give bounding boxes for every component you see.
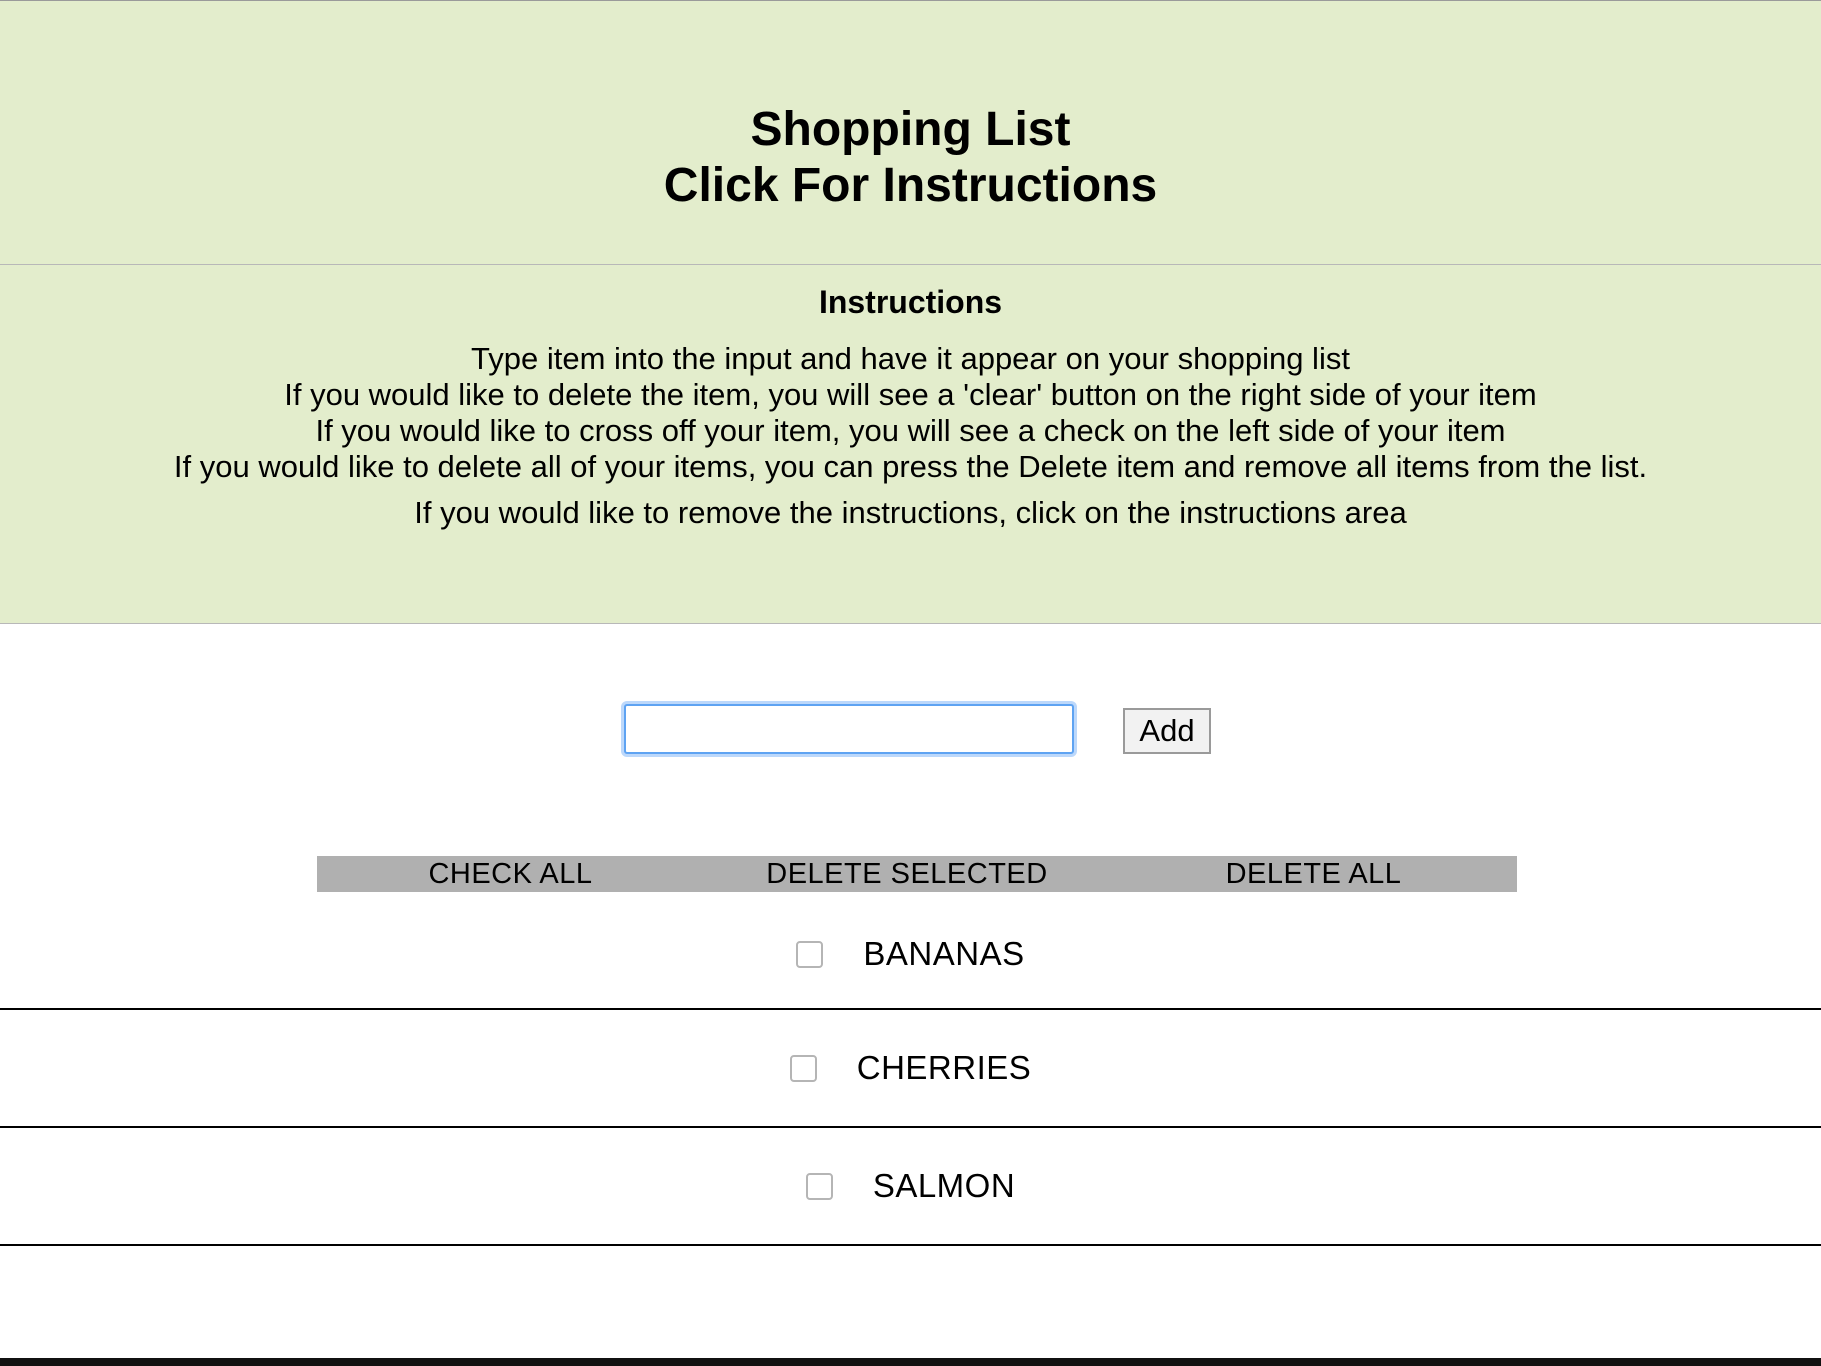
check-all-button[interactable]: CHECK ALL [317, 856, 704, 892]
instruction-line: Type item into the input and have it app… [471, 341, 1350, 376]
list-item-row: SALMON [0, 1128, 1821, 1244]
checkbox-icon[interactable] [805, 1172, 833, 1200]
footer-divider [0, 1358, 1821, 1366]
item-label: BANANAS [863, 935, 1025, 972]
instructions-toggle[interactable]: Click For Instructions [0, 158, 1821, 214]
list-item: BANANAS [0, 900, 1821, 1010]
page-header: Shopping List Click For Instructions [0, 0, 1821, 265]
list-item: CHERRIES [0, 1010, 1821, 1128]
item-input[interactable] [624, 704, 1074, 754]
instructions-heading: Instructions [818, 284, 1003, 320]
list-item-row: BANANAS [0, 900, 1821, 1008]
item-label: CHERRIES [856, 1049, 1032, 1086]
instructions-panel[interactable]: Instructions Type item into the input an… [0, 265, 1821, 624]
add-button[interactable]: Add [1123, 708, 1211, 754]
page-title: Shopping List [750, 103, 1071, 156]
delete-all-button[interactable]: DELETE ALL [1110, 856, 1517, 892]
instruction-line: If you would like to cross off your item… [315, 413, 1506, 448]
checkbox-icon[interactable] [796, 940, 824, 968]
shopping-list: BANANAS CHERRIES SALMON [0, 900, 1821, 1246]
list-item-row: CHERRIES [0, 1010, 1821, 1126]
list-item: SALMON [0, 1128, 1821, 1246]
checkbox-icon[interactable] [789, 1054, 817, 1082]
instruction-line: If you would like to delete all of your … [173, 449, 1648, 484]
list-actions-bar: CHECK ALL DELETE SELECTED DELETE ALL [317, 856, 1517, 892]
item-label: SALMON [872, 1167, 1016, 1204]
delete-selected-button[interactable]: DELETE SELECTED [704, 856, 1110, 892]
instruction-line: If you would like to delete the item, yo… [284, 377, 1537, 412]
instruction-line: If you would like to remove the instruct… [414, 495, 1407, 530]
